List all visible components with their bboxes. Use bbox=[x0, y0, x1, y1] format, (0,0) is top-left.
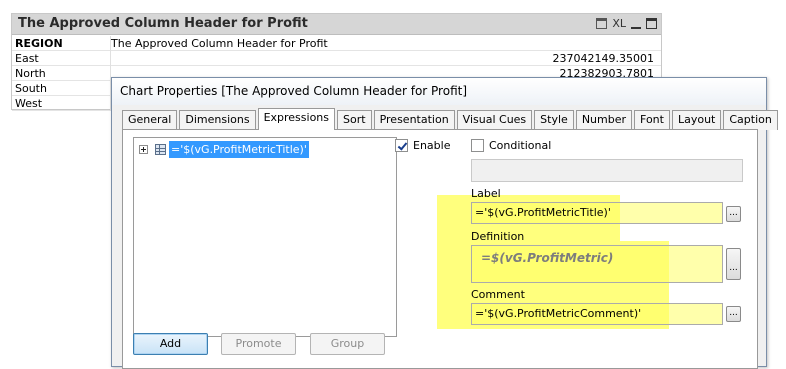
label-input[interactable]: ='$(vG.ProfitMetricTitle)' bbox=[471, 202, 723, 224]
expressions-tab-panel: ='$(vG.ProfitMetricTitle)' Add Promote G… bbox=[122, 129, 758, 369]
tab-general[interactable]: General bbox=[122, 110, 178, 130]
table-caption-bar[interactable]: The Approved Column Header for Profit XL bbox=[12, 14, 661, 35]
tab-expressions[interactable]: Expressions bbox=[257, 108, 336, 130]
tab-visual-cues[interactable]: Visual Cues bbox=[456, 110, 533, 130]
region-cell[interactable]: South bbox=[15, 81, 107, 96]
minimize-icon[interactable] bbox=[631, 18, 641, 29]
comment-ellipsis-button[interactable]: ... bbox=[726, 306, 741, 322]
conditional-checkbox[interactable] bbox=[471, 139, 484, 152]
group-button[interactable]: Group bbox=[310, 333, 385, 355]
table-header-row: REGION The Approved Column Header for Pr… bbox=[12, 36, 661, 51]
conditional-input[interactable] bbox=[471, 159, 743, 182]
expressions-tree[interactable]: ='$(vG.ProfitMetricTitle)' bbox=[133, 137, 397, 337]
tab-caption[interactable]: Caption bbox=[723, 110, 778, 130]
expression-item-label[interactable]: ='$(vG.ProfitMetricTitle)' bbox=[169, 141, 309, 158]
maximize-icon[interactable] bbox=[646, 18, 657, 29]
tab-sort[interactable]: Sort bbox=[337, 110, 372, 130]
label-ellipsis-button[interactable]: ... bbox=[726, 206, 741, 222]
region-cell[interactable]: North bbox=[15, 66, 107, 81]
dialog-title: Chart Properties [The Approved Column He… bbox=[120, 84, 468, 98]
tab-font[interactable]: Font bbox=[634, 110, 670, 130]
table-title: The Approved Column Header for Profit bbox=[18, 16, 308, 31]
dialog-titlebar[interactable]: Chart Properties [The Approved Column He… bbox=[112, 78, 766, 105]
print-icon[interactable] bbox=[596, 18, 608, 29]
add-button[interactable]: Add bbox=[133, 333, 208, 355]
expand-plus-icon[interactable] bbox=[139, 145, 148, 154]
expression-table-icon bbox=[155, 144, 166, 155]
region-cell[interactable]: West bbox=[15, 96, 107, 111]
tab-presentation[interactable]: Presentation bbox=[373, 110, 455, 130]
comment-input[interactable]: ='$(vG.ProfitMetricComment)' bbox=[471, 303, 723, 325]
conditional-checkbox-row[interactable]: Conditional bbox=[471, 139, 551, 152]
caption-icons: XL bbox=[596, 17, 657, 30]
tab-dimensions[interactable]: Dimensions bbox=[179, 110, 256, 130]
enable-checkbox-row[interactable]: Enable bbox=[395, 139, 450, 152]
region-cell[interactable]: East bbox=[15, 51, 107, 66]
tab-style[interactable]: Style bbox=[534, 110, 574, 130]
column-header-profit[interactable]: The Approved Column Header for Profit bbox=[110, 36, 658, 51]
tab-layout[interactable]: Layout bbox=[671, 110, 722, 130]
promote-button[interactable]: Promote bbox=[221, 333, 296, 355]
chart-properties-dialog: Chart Properties [The Approved Column He… bbox=[111, 77, 778, 369]
definition-input-value: =$(vG.ProfitMetric) bbox=[481, 251, 614, 265]
conditional-label: Conditional bbox=[489, 139, 552, 152]
comment-caption: Comment bbox=[471, 288, 525, 301]
column-header-region[interactable]: REGION bbox=[15, 36, 107, 51]
tab-strip: General Dimensions Expressions Sort Pres… bbox=[122, 108, 780, 130]
definition-ellipsis-button[interactable]: ... bbox=[726, 248, 741, 280]
table-row: East 237042149.35001 bbox=[12, 51, 661, 66]
profit-cell: 237042149.35001 bbox=[110, 51, 658, 66]
definition-caption: Definition bbox=[471, 230, 525, 243]
enable-label: Enable bbox=[413, 139, 451, 152]
label-input-value: ='$(vG.ProfitMetricTitle)' bbox=[475, 206, 611, 219]
expression-tree-item[interactable]: ='$(vG.ProfitMetricTitle)' bbox=[139, 141, 309, 158]
send-to-excel-icon[interactable]: XL bbox=[612, 17, 626, 30]
tab-number[interactable]: Number bbox=[575, 110, 633, 130]
label-caption: Label bbox=[471, 187, 501, 200]
definition-input[interactable]: =$(vG.ProfitMetric) bbox=[471, 245, 723, 283]
comment-input-value: ='$(vG.ProfitMetricComment)' bbox=[475, 307, 642, 320]
enable-checkbox[interactable] bbox=[395, 139, 408, 152]
